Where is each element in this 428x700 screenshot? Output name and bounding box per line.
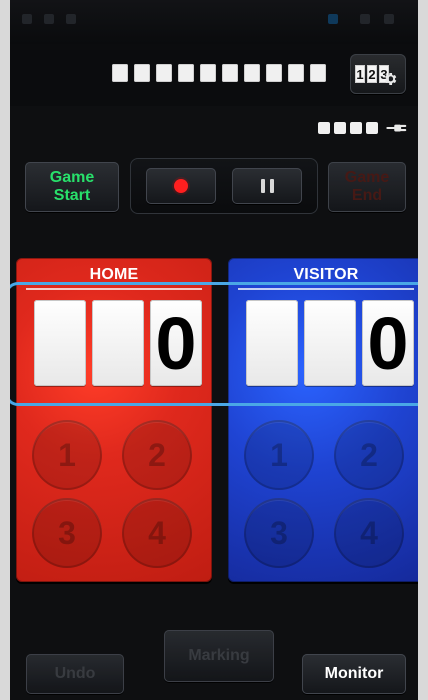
status-icon xyxy=(44,14,54,24)
battery-row xyxy=(10,106,418,148)
pause-button[interactable] xyxy=(232,168,302,204)
game-end-button[interactable]: Game End xyxy=(328,162,406,212)
undo-button[interactable]: Undo xyxy=(26,654,124,694)
home-label: HOME xyxy=(89,266,139,283)
segment xyxy=(310,64,326,82)
visitor-score-button-1[interactable]: 1 xyxy=(244,420,314,490)
visitor-title-underline xyxy=(238,288,414,290)
top-bar: 1 2 3 xyxy=(10,44,418,106)
visitor-score-digit-2 xyxy=(304,300,356,386)
segment xyxy=(222,64,238,82)
home-score-buttons: 1 2 3 4 xyxy=(30,408,198,568)
status-bar xyxy=(10,0,418,44)
battery-cell xyxy=(366,122,378,134)
segment xyxy=(112,64,128,82)
battery-cell xyxy=(350,122,362,134)
segment xyxy=(266,64,282,82)
pause-icon xyxy=(260,179,274,193)
record-icon xyxy=(174,179,188,193)
status-icon xyxy=(328,14,338,24)
visitor-score-button-3[interactable]: 3 xyxy=(244,498,314,568)
record-button[interactable] xyxy=(146,168,216,204)
gear-icon xyxy=(385,73,397,85)
marking-button[interactable]: Marking xyxy=(164,630,274,682)
visitor-score-display[interactable]: 0 xyxy=(240,292,418,396)
visitor-score-button-2[interactable]: 2 xyxy=(334,420,404,490)
segment xyxy=(178,64,194,82)
visitor-score-button-4[interactable]: 4 xyxy=(334,498,404,568)
bottom-bar: Undo Marking Monitor xyxy=(10,620,418,700)
visitor-label: VISITOR xyxy=(293,266,359,283)
segment xyxy=(134,64,150,82)
segment xyxy=(200,64,216,82)
battery-level xyxy=(318,122,378,134)
monitor-button[interactable]: Monitor xyxy=(302,654,406,694)
game-start-button[interactable]: Game Start xyxy=(25,162,119,212)
segment xyxy=(156,64,172,82)
game-controls: Game Start Game End xyxy=(10,150,418,220)
settings-digit: 1 xyxy=(355,65,365,83)
status-icon xyxy=(384,14,394,24)
visitor-score-buttons: 1 2 3 4 xyxy=(242,408,410,568)
status-icon xyxy=(66,14,76,24)
visitor-score-digit-1 xyxy=(246,300,298,386)
scoreboard-app: 1 2 3 Game Start Game End HOME 1 2 3 4 V… xyxy=(10,0,418,700)
home-score-button-1[interactable]: 1 xyxy=(32,420,102,490)
home-score-digit-3: 0 xyxy=(150,300,202,386)
segment xyxy=(244,64,260,82)
status-icon xyxy=(360,14,370,24)
scoreboard-settings-button[interactable]: 1 2 3 xyxy=(350,54,406,94)
record-controls xyxy=(130,158,318,214)
settings-digit: 2 xyxy=(367,65,377,83)
home-score-button-2[interactable]: 2 xyxy=(122,420,192,490)
visitor-score-digit-3: 0 xyxy=(362,300,414,386)
segment xyxy=(288,64,304,82)
home-score-digit-2 xyxy=(92,300,144,386)
status-icon xyxy=(22,14,32,24)
battery-cell xyxy=(318,122,330,134)
home-score-button-3[interactable]: 3 xyxy=(32,498,102,568)
home-title-underline xyxy=(26,288,202,290)
score-indicator-segments xyxy=(112,62,326,84)
home-score-button-4[interactable]: 4 xyxy=(122,498,192,568)
home-score-display[interactable]: 0 xyxy=(28,292,214,396)
home-score-digit-1 xyxy=(34,300,86,386)
battery-cell xyxy=(334,122,346,134)
plug-icon xyxy=(386,124,407,132)
